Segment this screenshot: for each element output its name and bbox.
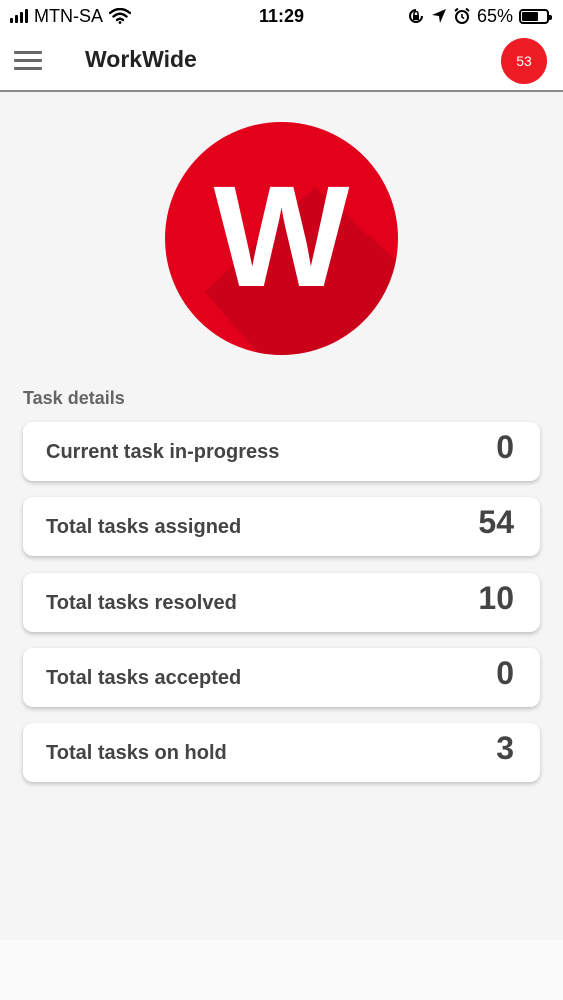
wifi-icon (109, 8, 131, 24)
task-card-in-progress[interactable]: Current task in-progress 0 (23, 422, 540, 481)
app-title: WorkWide (85, 46, 197, 72)
task-count: 10 (478, 580, 514, 616)
battery-icon (519, 8, 552, 24)
task-count: 54 (478, 504, 514, 540)
carrier-name: MTN-SA (34, 5, 103, 26)
logo-letter: W (214, 156, 350, 317)
app-bar: WorkWide 53 (0, 32, 563, 92)
status-right: 65% (407, 5, 552, 27)
signal-icon (10, 9, 28, 23)
battery-percent: 65% (476, 5, 513, 26)
task-label: Current task in-progress (46, 441, 280, 463)
task-count: 0 (496, 429, 514, 465)
task-count: 3 (496, 730, 514, 766)
workwide-logo: W (165, 122, 398, 355)
alarm-icon (454, 7, 470, 24)
menu-icon[interactable] (14, 51, 42, 73)
notification-badge[interactable]: 53 (501, 38, 547, 84)
orientation-lock-icon (409, 9, 423, 23)
task-label: Total tasks accepted (46, 667, 242, 689)
task-card-on-hold[interactable]: Total tasks on hold 3 (23, 723, 540, 782)
status-bar: MTN-SA 11:29 65% (0, 0, 563, 32)
section-title: Task details (23, 388, 125, 408)
task-label: Total tasks assigned (46, 516, 242, 538)
task-label: Total tasks on hold (46, 742, 227, 764)
task-card-resolved[interactable]: Total tasks resolved 10 (23, 573, 540, 632)
bottom-area (0, 940, 563, 1000)
task-count: 0 (496, 655, 514, 691)
task-label: Total tasks resolved (46, 592, 237, 614)
task-card-assigned[interactable]: Total tasks assigned 54 (23, 497, 540, 556)
status-left: MTN-SA (10, 6, 131, 27)
location-arrow-icon (431, 9, 446, 23)
task-card-accepted[interactable]: Total tasks accepted 0 (23, 648, 540, 707)
